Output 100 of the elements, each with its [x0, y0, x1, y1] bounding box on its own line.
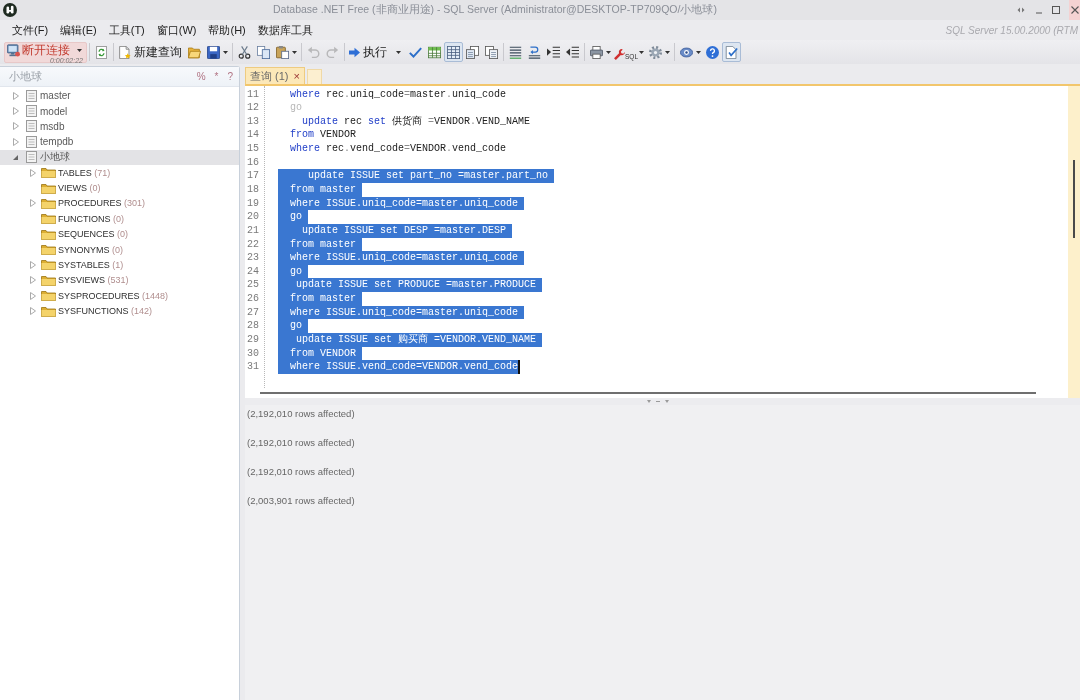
align-lines-icon[interactable]	[509, 45, 522, 59]
folder-icon	[41, 259, 56, 271]
close-tab-button[interactable]: ×	[293, 70, 300, 82]
outdent-icon[interactable]	[566, 45, 579, 59]
table-icon[interactable]	[428, 45, 441, 59]
line-number: 22	[247, 238, 259, 250]
arrow-right-icon	[349, 46, 360, 58]
folder-icon	[41, 244, 56, 256]
tree-item[interactable]: SYNONYMS (0)	[58, 244, 123, 255]
triangle-right-icon[interactable]	[12, 122, 19, 131]
triangle-right-icon[interactable]	[29, 261, 36, 269]
tree-item[interactable]: SYSVIEWS (531)	[58, 275, 129, 286]
database-icon	[26, 135, 37, 148]
wrap-lines-icon[interactable]	[528, 45, 541, 59]
triangle-right-icon[interactable]	[12, 91, 19, 100]
caret-icon[interactable]	[223, 50, 228, 54]
line-number: 21	[247, 224, 259, 236]
triangle-right-icon[interactable]	[12, 137, 19, 146]
panel-action[interactable]: ?	[227, 71, 233, 82]
caret-icon[interactable]	[696, 50, 701, 54]
indent-icon[interactable]	[547, 45, 560, 59]
tree-item[interactable]: 小地球	[0, 149, 239, 165]
panel-action[interactable]: *	[214, 71, 219, 82]
wrench-icon	[614, 49, 625, 60]
line-number: 20	[247, 211, 259, 223]
triangle-down-icon[interactable]	[13, 154, 18, 160]
maximize-icon[interactable]	[1052, 6, 1060, 14]
printer-icon[interactable]	[590, 45, 603, 59]
server-version: SQL Server 15.00.2000 (RTM	[945, 24, 1079, 36]
paste-icon[interactable]	[276, 45, 289, 59]
panel-action[interactable]: %	[196, 71, 206, 82]
triangle-right-icon[interactable]	[12, 107, 19, 116]
close-icon[interactable]	[1071, 6, 1079, 14]
tree-item[interactable]: PROCEDURES (301)	[58, 198, 146, 209]
scissors-icon[interactable]	[238, 45, 251, 59]
folder-icon	[41, 305, 56, 317]
horizontal-scrollbar[interactable]	[260, 392, 1036, 394]
line-number: 25	[247, 279, 259, 291]
folder-open-icon[interactable]	[188, 45, 201, 59]
tree-item[interactable]: model	[40, 105, 68, 117]
folder-icon	[41, 290, 56, 302]
copy-icon[interactable]	[257, 45, 270, 59]
grip-icon[interactable]	[646, 400, 669, 403]
folder-icon	[41, 213, 56, 225]
code-line: from VENDOR	[290, 128, 357, 143]
tree-item[interactable]: master	[40, 90, 71, 102]
tree-item[interactable]: msdb	[40, 120, 65, 132]
line-number: 15	[247, 143, 259, 155]
menu-item[interactable]: 数据库工具	[251, 22, 319, 38]
caret-icon[interactable]	[606, 50, 611, 54]
tab[interactable]: 查询 (1) ×	[245, 67, 305, 84]
caret-icon[interactable]	[639, 50, 644, 54]
execute-button[interactable]: 执行	[347, 42, 405, 62]
app-logo-icon	[3, 3, 17, 17]
code-line: where rec.uniq_code=master.uniq_code	[290, 87, 507, 102]
line-number: 28	[247, 320, 259, 332]
tree-item[interactable]: FUNCTIONS (0)	[58, 213, 124, 224]
line-number: 27	[247, 306, 259, 318]
tree-item[interactable]: SYSTABLES (1)	[58, 260, 124, 270]
caret-icon[interactable]	[292, 50, 297, 54]
tree-item[interactable]: tempdb	[40, 136, 74, 148]
line-number: 13	[247, 115, 259, 127]
line-number: 30	[247, 347, 259, 359]
stacked-pages-icon[interactable]	[466, 45, 479, 59]
line-number: 16	[247, 156, 259, 168]
eye-icon[interactable]	[680, 45, 693, 59]
caret-icon[interactable]	[396, 50, 401, 54]
tree-item[interactable]: TABLES (71)	[58, 167, 111, 178]
menu-item[interactable]: 编辑(E)	[54, 22, 103, 38]
refresh-icon[interactable]	[95, 45, 108, 59]
result-message: (2,192,010 rows affected)	[247, 466, 355, 477]
close-button[interactable]	[1069, 0, 1080, 20]
triangle-right-icon[interactable]	[29, 276, 36, 285]
folder-icon	[41, 228, 56, 240]
caret-icon[interactable]	[665, 50, 670, 54]
triangle-right-icon[interactable]	[29, 307, 36, 316]
folder-icon	[41, 182, 56, 194]
monitor-icon	[7, 43, 20, 57]
vertical-scrollbar[interactable]	[1068, 86, 1080, 398]
pages-icon[interactable]	[485, 45, 498, 59]
folder-icon	[41, 167, 56, 179]
triangle-right-icon[interactable]	[29, 199, 36, 208]
line-number: 19	[247, 197, 259, 209]
tree-item[interactable]: SYSPROCEDURES (1448)	[58, 290, 169, 301]
caret-icon[interactable]	[77, 48, 82, 52]
check-icon[interactable]	[409, 45, 422, 59]
arrows-icon[interactable]	[1016, 6, 1026, 14]
new-query-button[interactable]: 新建查询	[116, 42, 184, 62]
menu-item[interactable]: 帮助(H)	[202, 22, 252, 38]
window-title: Database .NET Free (非商业用途) - SQL Server (Administrator@DESKTOP-TP709QO/小地球)	[273, 3, 717, 17]
triangle-right-icon[interactable]	[29, 291, 36, 300]
tree-item[interactable]: SEQUENCES (0)	[58, 229, 128, 240]
tree-item[interactable]: SYSFUNCTIONS (142)	[58, 306, 153, 317]
tree-item[interactable]: VIEWS (0)	[58, 183, 101, 194]
line-number: 17	[247, 170, 259, 182]
menu-item[interactable]: 文件(F)	[6, 22, 55, 38]
triangle-right-icon[interactable]	[29, 168, 36, 177]
menu-item[interactable]: 工具(T)	[102, 22, 151, 38]
help-icon[interactable]	[706, 45, 719, 59]
menu-item[interactable]: 窗口(W)	[150, 22, 203, 38]
